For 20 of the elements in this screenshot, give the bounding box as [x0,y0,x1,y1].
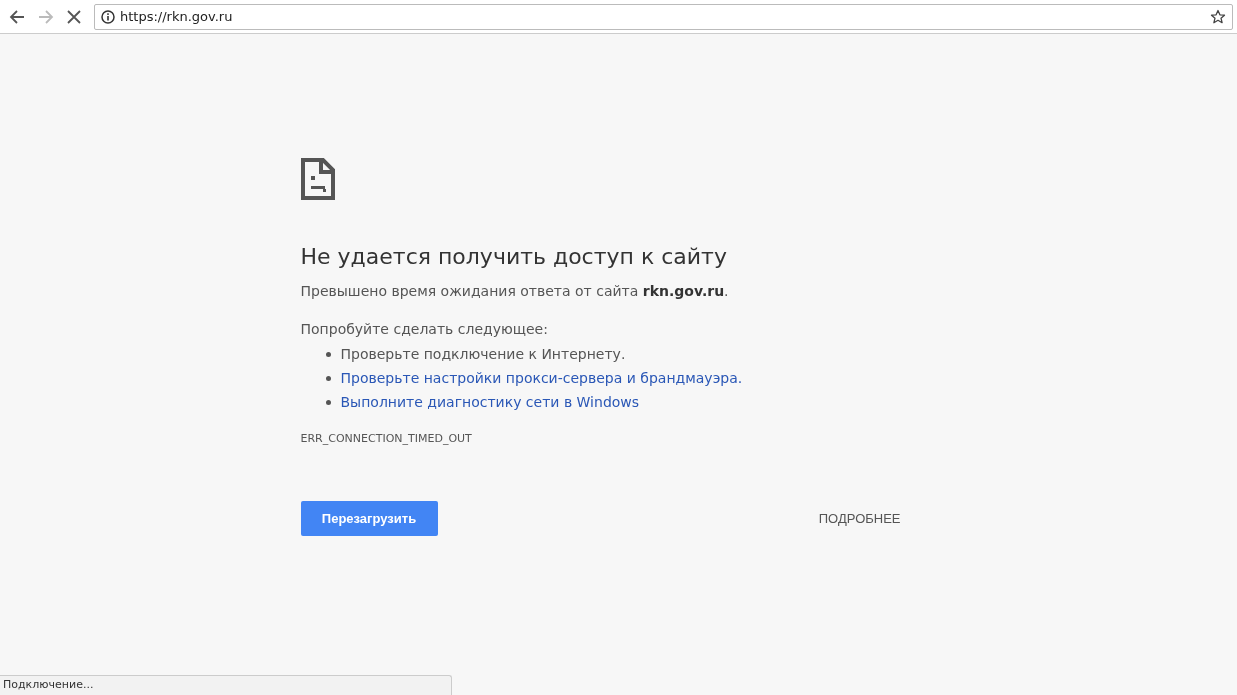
bullet-icon [325,375,331,381]
suggestion-text: Проверьте подключение к Интернету. [340,346,626,362]
address-bar[interactable]: https://rkn.gov.ru [94,3,1233,30]
suggestion-link[interactable]: Проверьте настройки прокси-сервера и брандмауэра. [340,370,743,386]
bullet-icon [325,351,331,357]
error-code: ERR_CONNECTION_TIMED_OUT [300,432,473,445]
back-icon[interactable] [9,8,25,25]
url-text: https://rkn.gov.ru [120,9,233,24]
star-icon[interactable] [1210,8,1226,25]
status-bubble: Подключение... [0,675,452,695]
details-button[interactable]: ПОДРОБНЕЕ [818,511,901,526]
close-icon[interactable] [67,9,81,24]
reload-button[interactable]: Перезагрузить [300,501,438,536]
bullet-icon [325,399,331,405]
info-icon[interactable] [101,9,115,24]
error-heading: Не удается получить доступ к сайту [300,244,728,269]
error-description: Превышено время ожидания ответа от сайта rkn.gov.ru. [300,283,730,299]
sad-page-icon [300,158,335,200]
suggestions-heading: Попробуйте сделать следующее: [300,321,549,337]
suggestion-link[interactable]: Выполните диагностику сети в Windows [340,394,640,410]
